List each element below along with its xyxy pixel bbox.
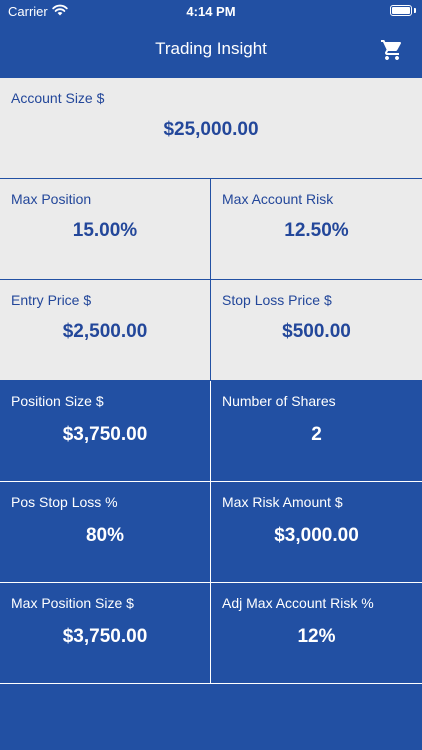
- page-title: Trading Insight: [155, 39, 267, 58]
- nav-bar: Trading Insight: [0, 22, 422, 78]
- max-position-field[interactable]: Max Position 15.00%: [0, 179, 210, 279]
- divider: [0, 380, 422, 381]
- divider: [0, 178, 422, 179]
- max-risk-amount-label: Max Risk Amount $: [222, 494, 343, 510]
- position-size-result: Position Size $ $3,750.00: [0, 381, 210, 481]
- battery-icon: [390, 5, 412, 16]
- account-size-label: Account Size $: [11, 90, 105, 106]
- max-risk-amount-result: Max Risk Amount $ $3,000.00: [211, 482, 422, 582]
- max-position-label: Max Position: [11, 191, 92, 207]
- stop-loss-price-value[interactable]: $500.00: [211, 321, 422, 343]
- number-of-shares-result: Number of Shares 2: [211, 381, 422, 481]
- battery-fill: [392, 7, 410, 14]
- shopping-cart-icon[interactable]: [380, 38, 404, 62]
- max-risk-amount-value: $3,000.00: [274, 525, 359, 546]
- number-of-shares-label: Number of Shares: [222, 393, 336, 409]
- max-position-size-value: $3,750.00: [62, 626, 148, 647]
- max-account-risk-value[interactable]: 12.50%: [211, 220, 422, 242]
- adj-max-account-risk-label: Adj Max Account Risk %: [222, 595, 374, 611]
- stop-loss-price-field[interactable]: Stop Loss Price $ $500.00: [211, 280, 422, 380]
- pos-stop-loss-value: 80%: [85, 525, 125, 546]
- entry-price-label: Entry Price $: [11, 292, 92, 308]
- divider: [210, 381, 211, 683]
- pos-stop-loss-result: Pos Stop Loss % 80%: [0, 482, 210, 582]
- divider: [210, 179, 211, 380]
- max-account-risk-field[interactable]: Max Account Risk 12.50%: [211, 179, 422, 279]
- adj-max-account-risk-result: Adj Max Account Risk % 12%: [211, 583, 422, 683]
- position-size-label: Position Size $: [11, 393, 104, 409]
- divider: [0, 279, 422, 280]
- max-position-value[interactable]: 15.00%: [0, 220, 210, 242]
- number-of-shares-value: 2: [311, 424, 322, 445]
- status-time: 4:14 PM: [186, 4, 236, 19]
- account-size-field[interactable]: Account Size $ $25,000.00: [0, 78, 422, 178]
- adj-max-account-risk-value: 12%: [297, 626, 336, 647]
- entry-price-field[interactable]: Entry Price $ $2,500.00: [0, 280, 210, 380]
- max-position-size-label: Max Position Size $: [11, 595, 134, 611]
- max-account-risk-label: Max Account Risk: [222, 191, 334, 207]
- max-position-size-result: Max Position Size $ $3,750.00: [0, 583, 210, 683]
- divider: [0, 582, 422, 583]
- divider: [0, 481, 422, 482]
- pos-stop-loss-label: Pos Stop Loss %: [11, 494, 118, 510]
- entry-price-value[interactable]: $2,500.00: [0, 321, 210, 343]
- status-bar: Carrier 4:14 PM: [0, 0, 422, 22]
- battery-tip: [414, 8, 416, 13]
- divider: [0, 683, 422, 684]
- position-size-value: $3,750.00: [62, 424, 148, 445]
- stop-loss-price-label: Stop Loss Price $: [222, 292, 332, 308]
- account-size-value[interactable]: $25,000.00: [0, 119, 422, 141]
